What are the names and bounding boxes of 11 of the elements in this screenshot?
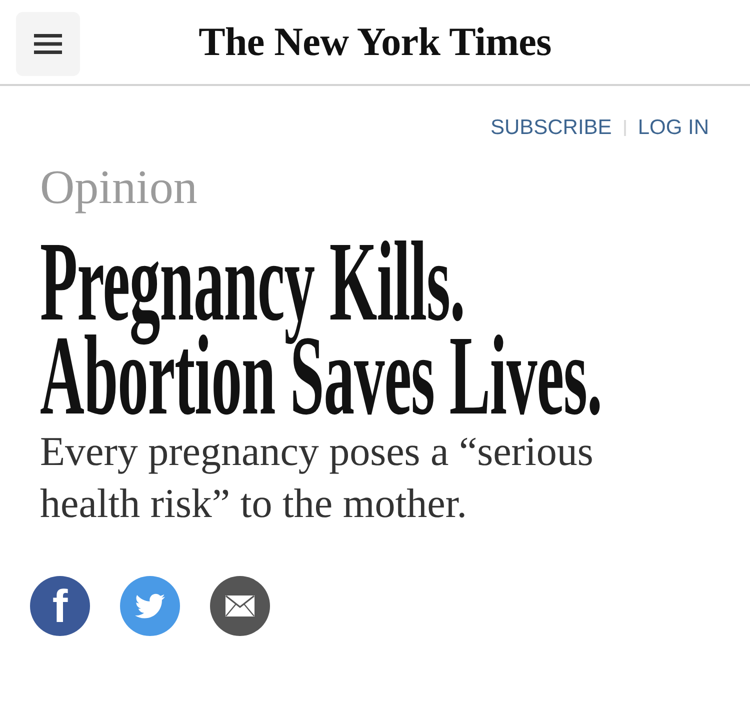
headline: Pregnancy Kills. Abortion Saves Lives. xyxy=(40,236,603,425)
menu-button[interactable] xyxy=(16,12,80,76)
bird-icon xyxy=(135,591,165,621)
envelope-icon xyxy=(225,595,255,617)
subscribe-link[interactable]: SUBSCRIBE xyxy=(490,116,612,140)
menu-icon xyxy=(34,34,62,54)
summary-text: Every pregnancy poses a “serious health risk” to the mother. xyxy=(40,427,594,528)
share-button[interactable]: f xyxy=(30,576,90,636)
section-label: Opinion xyxy=(40,160,198,216)
logo[interactable]: The New York Times xyxy=(198,18,552,66)
login-link[interactable]: LOG IN xyxy=(638,116,709,140)
